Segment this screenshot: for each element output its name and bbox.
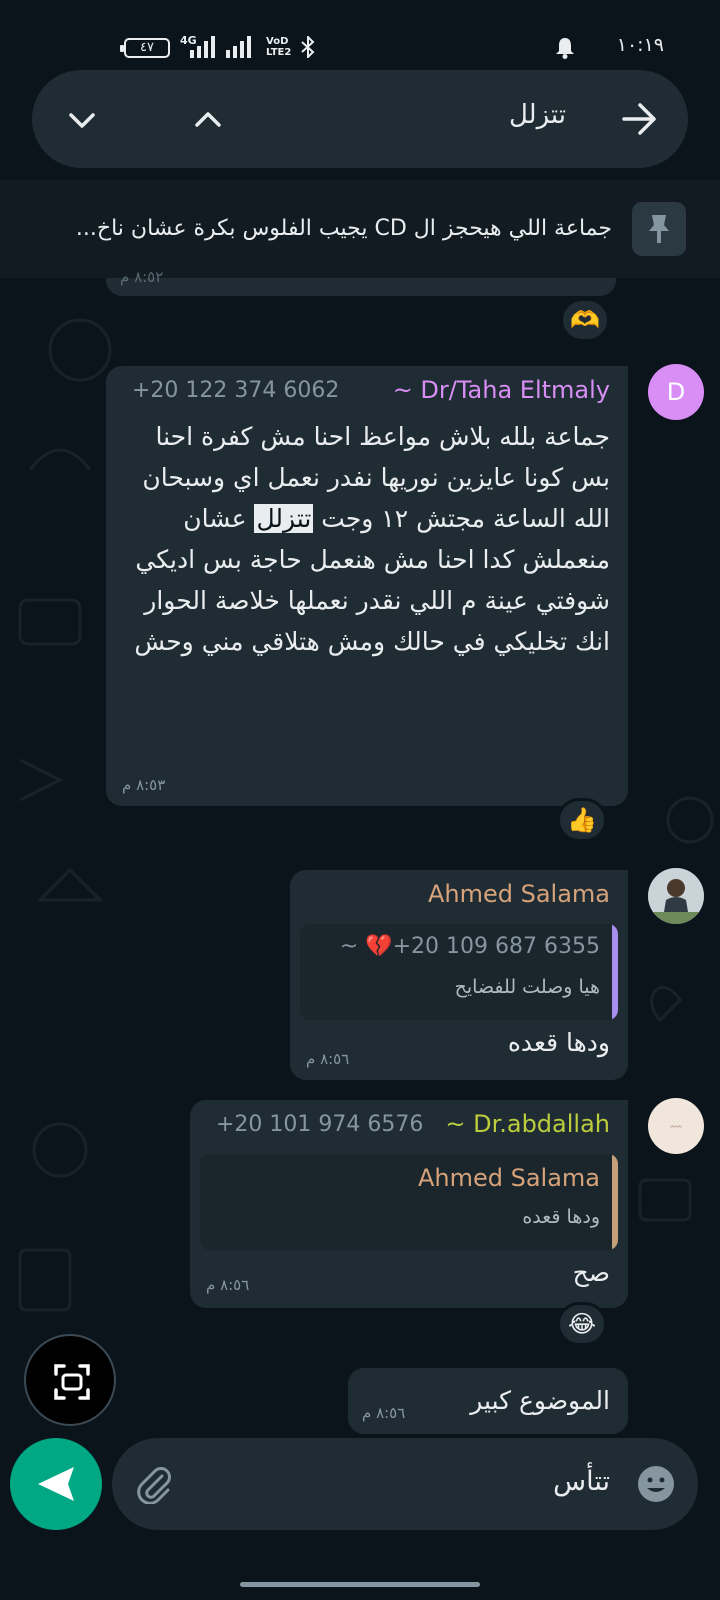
attach-icon[interactable] bbox=[134, 1464, 174, 1504]
signal-icon-2 bbox=[226, 36, 251, 58]
message-text: صح bbox=[572, 1258, 610, 1287]
clipped-message-bubble[interactable]: ٨:٥٢ م bbox=[106, 268, 616, 296]
scan-icon bbox=[54, 1364, 90, 1400]
pinned-message-text: جماعة اللي هيحجز ال CD يجيب الفلوس بكرة … bbox=[75, 216, 612, 241]
quoted-message[interactable]: ~ 💔+20 109 687 6355 هيا وصلت للفضايح bbox=[300, 924, 618, 1020]
message-time: ٨:٥٢ م bbox=[120, 268, 164, 286]
search-input[interactable]: تتزلل bbox=[509, 100, 566, 130]
pin-icon-box bbox=[632, 202, 686, 256]
quote-text: ودها قعده bbox=[522, 1206, 600, 1228]
chevron-up-icon[interactable] bbox=[188, 100, 228, 140]
bluetooth-icon bbox=[301, 36, 315, 58]
search-highlight: تتزلل bbox=[254, 504, 314, 533]
sender-name[interactable]: ~ Dr/Taha Eltmaly bbox=[393, 376, 610, 404]
pin-icon bbox=[649, 215, 669, 243]
signal-icon bbox=[190, 36, 215, 58]
reaction-badge[interactable]: 😂 bbox=[557, 1302, 607, 1346]
emoji-icon[interactable] bbox=[636, 1464, 676, 1504]
status-bar: ٤٧ 4G VoD LTE2 ١٠:١٩ bbox=[0, 0, 720, 64]
sender-phone: +20 101 974 6576 bbox=[216, 1112, 424, 1137]
avatar[interactable]: D bbox=[648, 364, 704, 420]
message-bubble[interactable]: ~ Dr.abdallah +20 101 974 6576 Ahmed Sal… bbox=[190, 1100, 628, 1308]
battery-indicator: ٤٧ bbox=[120, 38, 170, 58]
volte-indicator: VoD LTE2 bbox=[266, 36, 292, 58]
quote-sender: Ahmed Salama bbox=[417, 1164, 600, 1192]
message-text: الموضوع كبير bbox=[470, 1386, 610, 1415]
reaction-badge[interactable]: 👍 bbox=[557, 798, 607, 842]
quote-accent-bar bbox=[612, 924, 618, 1020]
message-input-bar[interactable]: تتأس bbox=[112, 1438, 698, 1530]
home-indicator[interactable] bbox=[240, 1582, 480, 1587]
message-time: ٨:٥٦ م bbox=[306, 1050, 350, 1068]
sender-phone: +20 122 374 6062 bbox=[132, 378, 340, 403]
avatar[interactable] bbox=[648, 868, 704, 924]
quote-text: هيا وصلت للفضايح bbox=[454, 976, 600, 998]
bell-icon bbox=[556, 38, 574, 59]
message-bubble[interactable]: ~ Dr/Taha Eltmaly +20 122 374 6062 جماعة… bbox=[106, 366, 628, 806]
message-bubble[interactable]: الموضوع كبير ٨:٥٦ م bbox=[348, 1368, 628, 1434]
chevron-down-icon[interactable] bbox=[62, 100, 102, 140]
quote-accent-bar bbox=[612, 1154, 618, 1250]
message-time: ٨:٥٦ م bbox=[206, 1276, 250, 1294]
message-text: جماعة بلله بلاش مواعظ احنا مش كفرة احنا … bbox=[120, 416, 610, 662]
message-time: ٨:٥٦ م bbox=[362, 1404, 406, 1422]
sender-name[interactable]: Ahmed Salama bbox=[428, 880, 610, 908]
pinned-message-banner[interactable]: جماعة اللي هيحجز ال CD يجيب الفلوس بكرة … bbox=[0, 180, 720, 278]
quoted-message[interactable]: Ahmed Salama ودها قعده bbox=[200, 1154, 618, 1250]
avatar-letter: D bbox=[666, 378, 686, 406]
avatar-logo: 〰〰 bbox=[669, 1124, 682, 1131]
scan-button[interactable] bbox=[24, 1334, 116, 1426]
message-bubble[interactable]: Ahmed Salama ~ 💔+20 109 687 6355 هيا وصل… bbox=[290, 870, 628, 1080]
avatar[interactable]: 〰〰 bbox=[648, 1098, 704, 1154]
clock: ١٠:١٩ bbox=[616, 34, 664, 56]
message-input[interactable]: تتأس bbox=[553, 1466, 610, 1497]
send-button[interactable] bbox=[10, 1438, 102, 1530]
quote-sender: ~ 💔+20 109 687 6355 bbox=[339, 934, 600, 959]
message-time: ٨:٥٣ م bbox=[122, 776, 166, 794]
search-bar: تتزلل bbox=[32, 70, 688, 168]
send-icon bbox=[38, 1467, 74, 1501]
sender-name[interactable]: ~ Dr.abdallah bbox=[445, 1110, 610, 1138]
message-text: ودها قعده bbox=[507, 1028, 610, 1057]
reaction-badge[interactable]: 🫶 bbox=[560, 298, 610, 342]
arrow-back-icon[interactable] bbox=[618, 98, 660, 140]
avatar-photo bbox=[648, 868, 704, 924]
